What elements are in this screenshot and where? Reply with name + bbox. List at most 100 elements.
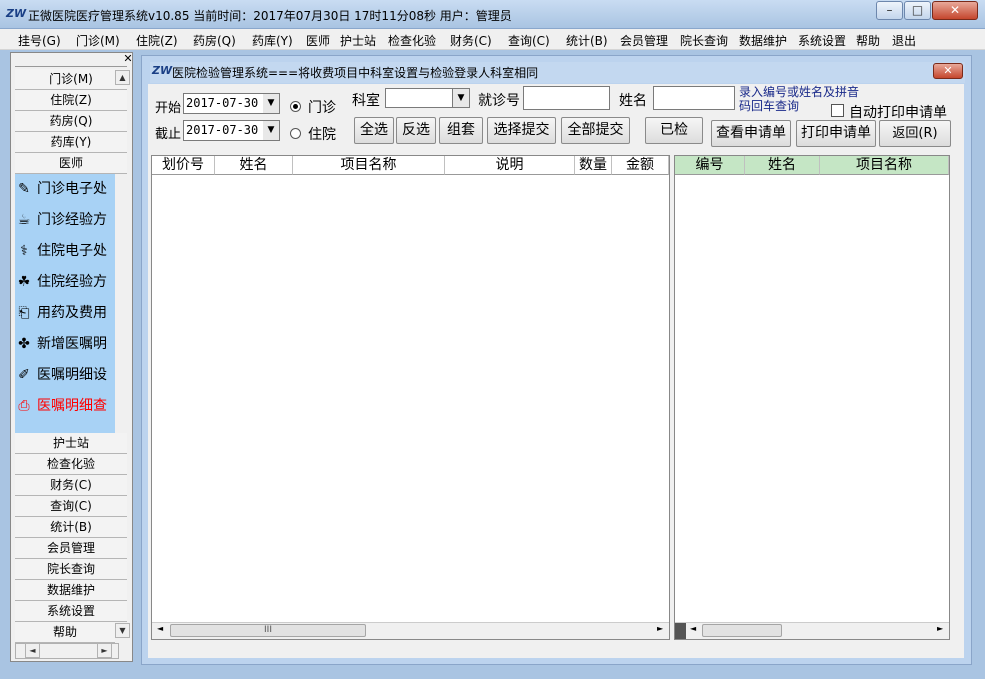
lab-window-close-button[interactable]: ✕ [933, 63, 963, 79]
invert-selection-button[interactable]: 反选 [396, 117, 436, 144]
sidebar: ✕ 门诊(M) 住院(Z) 药房(Q) 药库(Y) 医师 ▲ ▼ ✎ 门诊电子处 … [10, 52, 133, 662]
sidebar-divider [15, 66, 127, 67]
view-request-button[interactable]: 查看申请单 [711, 120, 791, 147]
table-header-charge-no[interactable]: 划价号 [152, 156, 215, 175]
menu-nurse-station[interactable]: 护士站 [340, 32, 376, 49]
sidebar-link-outpatient-rx[interactable]: ✎ 门诊电子处 [15, 174, 123, 205]
sidebar-item-inpatient[interactable]: 住院(Z) [15, 90, 127, 111]
menu-finance[interactable]: 财务(C) [450, 32, 492, 49]
visit-number-input[interactable] [523, 86, 610, 110]
scroll-right-icon[interactable]: ► [937, 624, 943, 633]
start-date-label: 开始 [155, 101, 182, 116]
sidebar-link-new-order[interactable]: ✤ 新增医嘱明 [15, 329, 123, 360]
table-header-amount[interactable]: 金额 [612, 156, 669, 175]
outpatient-radio-label: 门诊 [308, 100, 336, 116]
outpatient-radio[interactable] [290, 101, 301, 112]
menu-query[interactable]: 查询(C) [508, 32, 550, 49]
title-bar: ZW 正微医院医疗管理系统v10.85 当前时间：2017年07月30日 17时… [0, 0, 985, 29]
sidebar-link-inpatient-formula[interactable]: ☘ 住院经验方 [15, 267, 123, 298]
menu-pharmacy[interactable]: 药房(Q) [193, 32, 236, 49]
sidebar-item-pharmacy[interactable]: 药房(Q) [15, 111, 127, 132]
submit-selected-button[interactable]: 选择提交 [487, 117, 556, 144]
sidebar-link-outpatient-formula[interactable]: ☕ 门诊经验方 [15, 205, 123, 236]
checked-button[interactable]: 已检 [645, 117, 703, 144]
start-date-field[interactable]: 2017-07-30 [183, 93, 265, 114]
table-header-description[interactable]: 说明 [445, 156, 575, 175]
sidebar-link-inpatient-rx[interactable]: ⚕ 住院电子处 [15, 236, 123, 267]
menu-data-maintenance[interactable]: 数据维护 [739, 32, 787, 49]
sidebar-item-data-maintenance[interactable]: 数据维护 [15, 580, 127, 601]
department-select[interactable] [385, 88, 453, 108]
end-date-dropdown-icon[interactable]: ▼ [263, 120, 280, 141]
table-header-item-name[interactable]: 项目名称 [820, 156, 949, 175]
sidebar-item-statistics[interactable]: 统计(B) [15, 517, 127, 538]
sidebar-item-help[interactable]: 帮助 [15, 622, 115, 643]
auto-print-checkbox[interactable] [831, 104, 844, 117]
menu-system-settings[interactable]: 系统设置 [798, 32, 846, 49]
menu-inpatient[interactable]: 住院(Z) [136, 32, 178, 49]
table-header-quantity[interactable]: 数量 [575, 156, 612, 175]
menu-membership[interactable]: 会员管理 [620, 32, 668, 49]
menu-director-query[interactable]: 院长查询 [680, 32, 728, 49]
sidebar-item-finance[interactable]: 财务(C) [15, 475, 127, 496]
sidebar-scroll-up-icon[interactable]: ▲ [115, 70, 130, 85]
sidebar-link-label: 用药及费用 [37, 305, 107, 321]
menu-physician[interactable]: 医师 [306, 32, 330, 49]
menu-drug-store[interactable]: 药库(Y) [252, 32, 293, 49]
minimize-button[interactable]: – [876, 1, 903, 20]
group-button[interactable]: 组套 [439, 117, 483, 144]
table-header-name[interactable]: 姓名 [745, 156, 820, 175]
sidebar-item-query[interactable]: 查询(C) [15, 496, 127, 517]
left-table-hscroll[interactable]: ◄ III ► [152, 622, 669, 639]
sidebar-link-label: 门诊电子处 [37, 181, 107, 197]
sidebar-link-order-settings[interactable]: ✐ 医嘱明细设 [15, 360, 123, 391]
table-header-name[interactable]: 姓名 [215, 156, 293, 175]
sidebar-item-director-query[interactable]: 院长查询 [15, 559, 127, 580]
sidebar-link-order-query[interactable]: ⎙ 医嘱明细查 [15, 391, 123, 422]
sidebar-link-label: 住院经验方 [37, 274, 107, 290]
request-list-table: 编号 姓名 项目名称 ◄ ► [674, 155, 950, 640]
print-request-button[interactable]: 打印申请单 [796, 120, 876, 147]
sidebar-item-membership[interactable]: 会员管理 [15, 538, 127, 559]
close-button[interactable]: ✕ [932, 1, 978, 20]
maximize-button[interactable]: □ [904, 1, 931, 20]
menu-registration[interactable]: 挂号(G) [18, 32, 61, 49]
sidebar-item-lab[interactable]: 检查化验 [15, 454, 127, 475]
submit-all-button[interactable]: 全部提交 [561, 117, 630, 144]
sidebar-item-nurse-station[interactable]: 护士站 [15, 433, 127, 454]
select-all-button[interactable]: 全选 [354, 117, 394, 144]
auto-print-label: 自动打印申请单 [849, 105, 947, 121]
name-input[interactable] [653, 86, 735, 110]
menu-lab[interactable]: 检查化验 [388, 32, 436, 49]
sidebar-item-drug-store[interactable]: 药库(Y) [15, 132, 127, 153]
scroll-left-icon[interactable]: ◄ [157, 624, 163, 633]
back-button[interactable]: 返回(R) [879, 120, 951, 147]
sidebar-link-medication-fees[interactable]: ⎗ 用药及费用 [15, 298, 123, 329]
menu-statistics[interactable]: 统计(B) [566, 32, 608, 49]
table-header-code[interactable]: 编号 [675, 156, 745, 175]
inpatient-radio[interactable] [290, 128, 301, 139]
department-dropdown-icon[interactable]: ▼ [453, 88, 470, 108]
sidebar-link-label: 新增医嘱明 [37, 336, 107, 352]
sidebar-scroll-right-icon[interactable]: ► [97, 643, 112, 658]
right-table-hscroll[interactable]: ◄ ► [675, 622, 949, 639]
start-date-dropdown-icon[interactable]: ▼ [263, 93, 280, 114]
end-date-field[interactable]: 2017-07-30 [183, 120, 265, 141]
sidebar-close-icon[interactable]: ✕ [122, 53, 134, 66]
zw-logo-icon: ZW [152, 64, 173, 77]
menu-exit[interactable]: 退出 [892, 32, 916, 49]
menu-outpatient[interactable]: 门诊(M) [76, 32, 120, 49]
department-label: 科室 [352, 93, 380, 109]
scroll-right-icon[interactable]: ► [657, 624, 663, 633]
sidebar-item-outpatient[interactable]: 门诊(M) [15, 69, 127, 90]
scroll-left-icon[interactable]: ◄ [690, 624, 696, 633]
sidebar-item-physician[interactable]: 医师 [15, 153, 127, 174]
sidebar-scroll-left-icon[interactable]: ◄ [25, 643, 40, 658]
scroll-thumb[interactable]: III [170, 624, 366, 637]
sidebar-item-system-settings[interactable]: 系统设置 [15, 601, 127, 622]
sidebar-scroll-down-icon[interactable]: ▼ [115, 623, 130, 638]
table-header-item-name[interactable]: 项目名称 [293, 156, 445, 175]
menu-help[interactable]: 帮助 [856, 32, 880, 49]
scroll-thumb[interactable] [702, 624, 782, 637]
edit-icon: ✐ [18, 367, 30, 383]
